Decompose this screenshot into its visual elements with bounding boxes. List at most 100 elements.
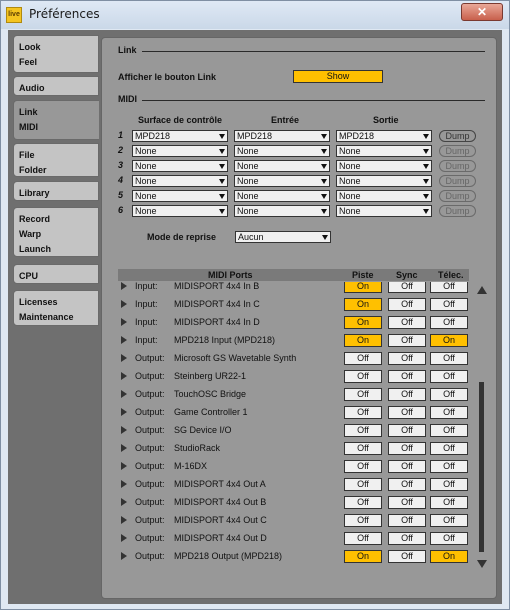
track-toggle[interactable]: Off	[344, 424, 382, 437]
sync-toggle[interactable]: Off	[388, 370, 426, 383]
sync-toggle[interactable]: Off	[388, 496, 426, 509]
expand-triangle-icon[interactable]	[121, 300, 127, 308]
remote-toggle[interactable]: Off	[430, 316, 468, 329]
remote-toggle[interactable]: On	[430, 550, 468, 563]
track-toggle[interactable]: On	[344, 298, 382, 311]
sync-toggle[interactable]: Off	[388, 406, 426, 419]
tab-look-feel[interactable]: Look Feel	[13, 35, 99, 73]
tab-record-warp-launch[interactable]: Record Warp Launch	[13, 207, 99, 257]
sync-toggle[interactable]: Off	[388, 514, 426, 527]
input-dropdown[interactable]: None	[234, 160, 330, 172]
expand-triangle-icon[interactable]	[121, 336, 127, 344]
expand-triangle-icon[interactable]	[121, 408, 127, 416]
track-toggle[interactable]: Off	[344, 370, 382, 383]
ports-scrollbar[interactable]	[476, 282, 488, 578]
control-surface-dropdown[interactable]: None	[132, 190, 228, 202]
dump-button[interactable]: Dump	[439, 130, 476, 142]
tab-link-midi[interactable]: Link MIDI	[13, 100, 99, 140]
title-bar[interactable]: live Préférences ✕	[1, 1, 509, 29]
track-toggle[interactable]: On	[344, 334, 382, 347]
expand-triangle-icon[interactable]	[121, 534, 127, 542]
scrollbar-thumb[interactable]	[479, 382, 484, 552]
remote-toggle[interactable]: On	[430, 334, 468, 347]
control-surface-dropdown[interactable]: None	[132, 205, 228, 217]
tab-file-folder[interactable]: File Folder	[13, 143, 99, 177]
expand-triangle-icon[interactable]	[121, 462, 127, 470]
input-dropdown[interactable]: None	[234, 205, 330, 217]
control-surface-dropdown[interactable]: MPD218	[132, 130, 228, 142]
sync-toggle[interactable]: Off	[388, 282, 426, 293]
remote-toggle[interactable]: Off	[430, 532, 468, 545]
remote-toggle[interactable]: Off	[430, 370, 468, 383]
track-toggle[interactable]: Off	[344, 514, 382, 527]
track-toggle[interactable]: On	[344, 550, 382, 563]
track-toggle[interactable]: Off	[344, 406, 382, 419]
expand-triangle-icon[interactable]	[121, 498, 127, 506]
dump-button[interactable]: Dump	[439, 160, 476, 172]
tab-licenses-maintenance[interactable]: Licenses Maintenance	[13, 290, 99, 326]
input-dropdown[interactable]: None	[234, 145, 330, 157]
expand-triangle-icon[interactable]	[121, 390, 127, 398]
remote-toggle[interactable]: Off	[430, 514, 468, 527]
track-toggle[interactable]: Off	[344, 460, 382, 473]
output-dropdown[interactable]: None	[336, 160, 432, 172]
track-toggle[interactable]: Off	[344, 388, 382, 401]
expand-triangle-icon[interactable]	[121, 426, 127, 434]
sync-toggle[interactable]: Off	[388, 388, 426, 401]
tab-audio[interactable]: Audio	[13, 76, 99, 96]
remote-toggle[interactable]: Off	[430, 406, 468, 419]
input-dropdown[interactable]: None	[234, 175, 330, 187]
sync-toggle[interactable]: Off	[388, 352, 426, 365]
input-dropdown[interactable]: MPD218	[234, 130, 330, 142]
dump-button[interactable]: Dump	[439, 205, 476, 217]
track-toggle[interactable]: On	[344, 282, 382, 293]
expand-triangle-icon[interactable]	[121, 480, 127, 488]
tab-library[interactable]: Library	[13, 181, 99, 201]
expand-triangle-icon[interactable]	[121, 282, 127, 290]
sync-toggle[interactable]: Off	[388, 532, 426, 545]
remote-toggle[interactable]: Off	[430, 282, 468, 293]
sync-toggle[interactable]: Off	[388, 478, 426, 491]
expand-triangle-icon[interactable]	[121, 318, 127, 326]
output-dropdown[interactable]: MPD218	[336, 130, 432, 142]
output-dropdown[interactable]: None	[336, 145, 432, 157]
sync-toggle[interactable]: Off	[388, 316, 426, 329]
control-surface-dropdown[interactable]: None	[132, 160, 228, 172]
sync-toggle[interactable]: Off	[388, 298, 426, 311]
scroll-up-arrow-icon[interactable]	[477, 286, 487, 294]
remote-toggle[interactable]: Off	[430, 424, 468, 437]
track-toggle[interactable]: Off	[344, 478, 382, 491]
track-toggle[interactable]: Off	[344, 496, 382, 509]
output-dropdown[interactable]: None	[336, 175, 432, 187]
track-toggle[interactable]: Off	[344, 532, 382, 545]
expand-triangle-icon[interactable]	[121, 516, 127, 524]
track-toggle[interactable]: Off	[344, 442, 382, 455]
remote-toggle[interactable]: Off	[430, 478, 468, 491]
dump-button[interactable]: Dump	[439, 190, 476, 202]
input-dropdown[interactable]: None	[234, 190, 330, 202]
remote-toggle[interactable]: Off	[430, 352, 468, 365]
output-dropdown[interactable]: None	[336, 205, 432, 217]
remote-toggle[interactable]: Off	[430, 442, 468, 455]
sync-toggle[interactable]: Off	[388, 460, 426, 473]
dump-button[interactable]: Dump	[439, 145, 476, 157]
sync-toggle[interactable]: Off	[388, 442, 426, 455]
expand-triangle-icon[interactable]	[121, 444, 127, 452]
remote-toggle[interactable]: Off	[430, 496, 468, 509]
expand-triangle-icon[interactable]	[121, 552, 127, 560]
remote-toggle[interactable]: Off	[430, 298, 468, 311]
expand-triangle-icon[interactable]	[121, 354, 127, 362]
track-toggle[interactable]: On	[344, 316, 382, 329]
output-dropdown[interactable]: None	[336, 190, 432, 202]
sync-toggle[interactable]: Off	[388, 424, 426, 437]
control-surface-dropdown[interactable]: None	[132, 145, 228, 157]
remote-toggle[interactable]: Off	[430, 388, 468, 401]
close-button[interactable]: ✕	[461, 3, 503, 21]
remote-toggle[interactable]: Off	[430, 460, 468, 473]
track-toggle[interactable]: Off	[344, 352, 382, 365]
tab-cpu[interactable]: CPU	[13, 264, 99, 284]
takeover-mode-dropdown[interactable]: Aucun	[235, 231, 331, 243]
control-surface-dropdown[interactable]: None	[132, 175, 228, 187]
expand-triangle-icon[interactable]	[121, 372, 127, 380]
show-link-button[interactable]: Show	[293, 70, 383, 83]
